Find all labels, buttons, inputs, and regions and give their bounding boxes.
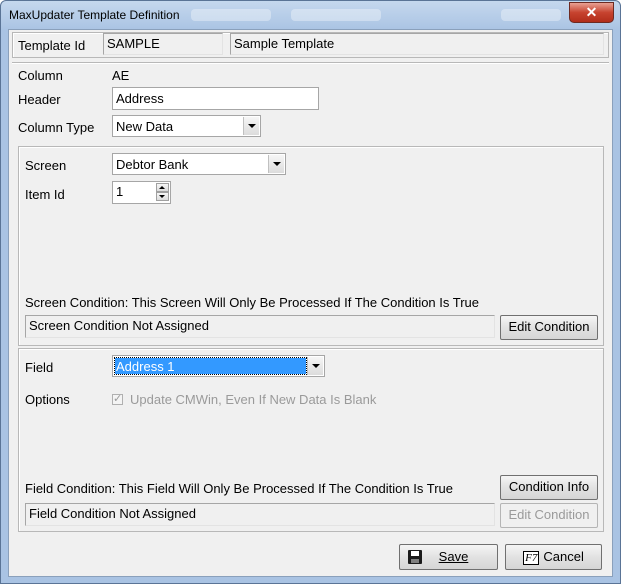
field-edit-condition-button[interactable]: Edit Condition <box>500 503 598 528</box>
cancel-label: Cancel <box>543 549 584 564</box>
template-name-field: Sample Template <box>230 33 604 55</box>
chevron-down-icon[interactable] <box>268 155 284 173</box>
floppy-disk-icon <box>408 550 422 564</box>
stepper-up-icon[interactable] <box>156 183 169 192</box>
field-condition-field: Field Condition Not Assigned <box>25 503 495 526</box>
screen-condition-caption: Screen Condition: This Screen Will Only … <box>25 295 480 310</box>
chevron-down-icon[interactable] <box>243 117 259 135</box>
f7-key-icon: F7 <box>523 550 540 565</box>
column-type-select[interactable]: New Data <box>112 115 261 137</box>
column-type-label: Column Type <box>18 120 95 135</box>
column-value: AE <box>112 68 130 83</box>
header-input[interactable] <box>112 87 319 110</box>
item-id-stepper[interactable]: 1 <box>112 181 171 204</box>
field-condition-caption: Field Condition: This Field Will Only Be… <box>25 481 453 496</box>
stepper-down-icon[interactable] <box>156 192 169 201</box>
dialog-window: MaxUpdater Template Definition ✕ Templat… <box>0 0 621 584</box>
column-type-value: New Data <box>116 119 174 134</box>
close-button[interactable]: ✕ <box>569 2 614 23</box>
update-cmwin-checkbox[interactable] <box>112 392 123 405</box>
options-label: Options <box>25 392 70 407</box>
background-blur <box>191 9 271 21</box>
close-icon: ✕ <box>585 4 598 20</box>
background-blur <box>501 9 561 21</box>
background-blur <box>291 9 381 21</box>
field-label: Field <box>25 360 54 375</box>
field-value: Address 1 <box>116 359 175 374</box>
title-bar[interactable]: MaxUpdater Template Definition ✕ <box>1 1 620 29</box>
condition-info-button[interactable]: Condition Info <box>500 475 598 500</box>
cancel-button[interactable]: F7 Cancel <box>505 544 602 570</box>
item-id-label: Item Id <box>25 187 65 202</box>
chevron-down-icon[interactable] <box>307 357 323 375</box>
update-cmwin-label: Update CMWin, Even If New Data Is Blank <box>130 392 377 407</box>
screen-label: Screen <box>25 158 67 173</box>
template-id-label: Template Id <box>18 38 86 53</box>
divider <box>12 62 609 64</box>
screen-value: Debtor Bank <box>116 157 189 172</box>
window-title: MaxUpdater Template Definition <box>9 8 180 22</box>
item-id-value: 1 <box>116 184 124 199</box>
column-label: Column <box>18 68 63 83</box>
screen-edit-condition-button[interactable]: Edit Condition <box>500 315 598 340</box>
save-button[interactable]: Save <box>399 544 498 570</box>
template-id-field: SAMPLE <box>103 33 223 55</box>
save-label: Save <box>438 549 469 564</box>
dialog-client: Template Id SAMPLE Sample Template Colum… <box>8 29 613 577</box>
header-label: Header <box>18 92 61 107</box>
screen-condition-field: Screen Condition Not Assigned <box>25 315 495 338</box>
screen-select[interactable]: Debtor Bank <box>112 153 286 175</box>
field-select[interactable]: Address 1 <box>112 355 325 377</box>
